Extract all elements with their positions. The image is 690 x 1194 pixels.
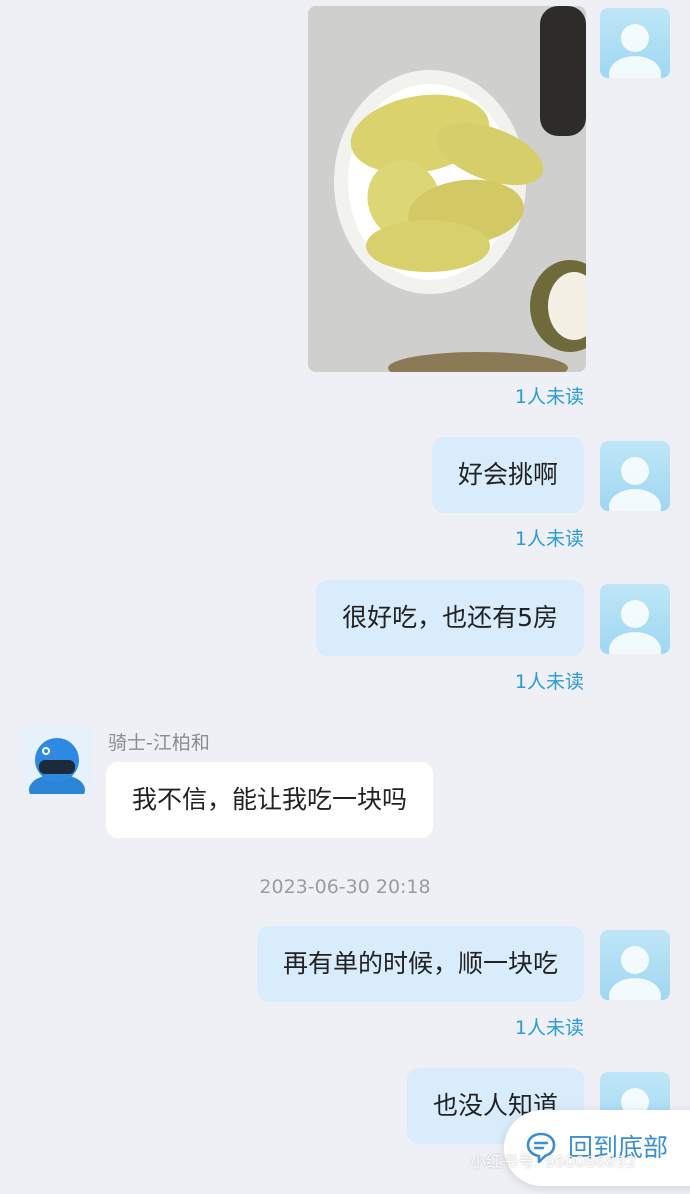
message-timestamp: 2023-06-30 20:18 — [259, 876, 431, 898]
unread-status: 1人未读 — [514, 671, 584, 693]
sender-name: 骑士-江柏和 — [108, 732, 210, 754]
user-silhouette-icon — [609, 457, 661, 511]
image-message-durian-photo[interactable] — [308, 6, 586, 372]
rider-avatar[interactable] — [22, 724, 92, 794]
user-silhouette-icon — [609, 600, 661, 654]
message-bubble[interactable]: 很好吃，也还有5房 — [316, 580, 584, 656]
user-silhouette-icon — [609, 24, 661, 78]
message-bubble[interactable]: 再有单的时候，顺一块吃 — [256, 926, 584, 1002]
durian-photo — [308, 6, 586, 372]
unread-status: 1人未读 — [514, 386, 584, 408]
message-bubble[interactable]: 好会挑啊 — [431, 437, 584, 513]
rider-helmet-icon — [22, 724, 92, 794]
unread-status: 1人未读 — [514, 1017, 584, 1039]
message-bubble[interactable]: 我不信，能让我吃一块吗 — [106, 762, 434, 838]
my-avatar[interactable] — [600, 584, 670, 654]
my-avatar[interactable] — [600, 930, 670, 1000]
my-avatar[interactable] — [600, 441, 670, 511]
my-avatar[interactable] — [600, 8, 670, 78]
user-silhouette-icon — [609, 946, 661, 1000]
unread-status: 1人未读 — [514, 528, 584, 550]
watermark: 小红书号: 960086892 — [470, 1152, 637, 1171]
